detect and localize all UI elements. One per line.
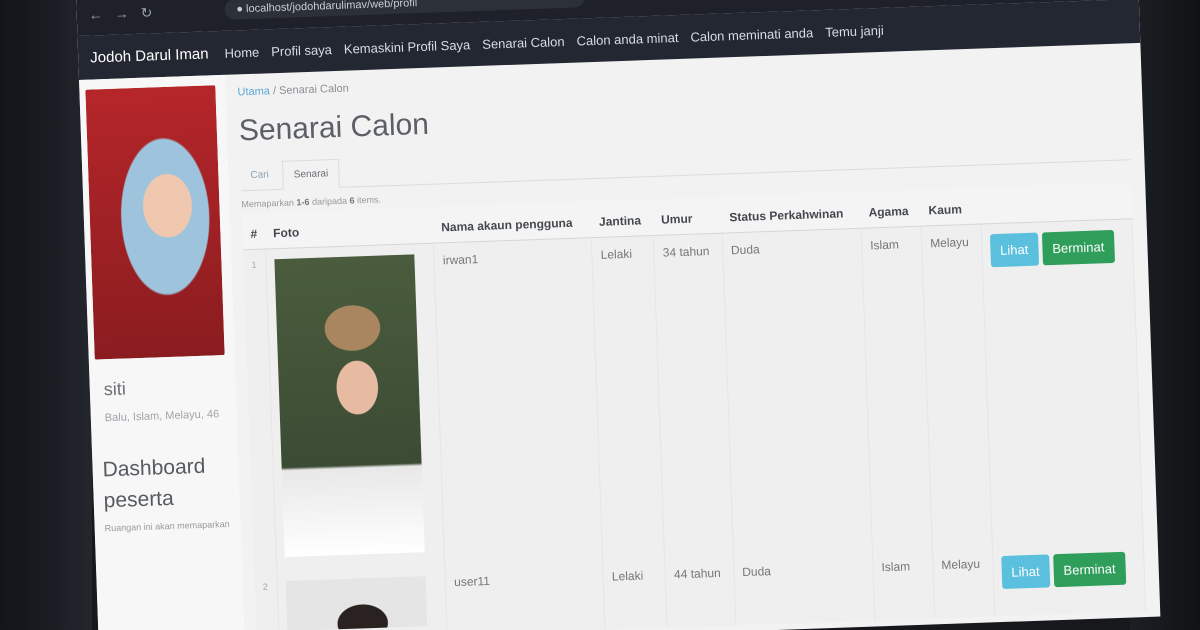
view-button[interactable]: Lihat (1000, 553, 1051, 589)
race-cell: Melayu (921, 224, 992, 548)
header-agama[interactable]: Agama (859, 189, 922, 229)
username-cell: irwan1 (433, 237, 603, 565)
header-umur[interactable]: Umur (652, 196, 722, 236)
age-cell: 44 tahun (664, 554, 736, 628)
interest-button[interactable]: Berminat (1041, 229, 1115, 266)
summary-total: 6 (349, 195, 355, 206)
nav-calon-anda-minat[interactable]: Calon anda minat (576, 30, 678, 49)
address-bar[interactable]: ● localhost/jodohdarulimav/web/profil (224, 0, 585, 20)
nav-calon-meminati-anda[interactable]: Calon meminati anda (690, 25, 813, 44)
dashboard-heading-line2: peserta (103, 486, 175, 513)
main-panel: Utama / Senarai Calon Senarai Calon Cari… (225, 43, 1160, 630)
breadcrumb-home[interactable]: Utama (237, 85, 270, 98)
header-number[interactable]: # (241, 212, 266, 250)
gender-cell: Lelaki (591, 235, 665, 560)
race-cell: Melayu (932, 545, 995, 618)
religion-cell: Islam (872, 547, 935, 621)
user-description: Balu, Islam, Melayu, 46 (104, 408, 220, 425)
nav-kemaskini-profil[interactable]: Kemaskini Profil Saya (344, 37, 471, 56)
actions-cell: Lihat Berminat (980, 218, 1144, 546)
nav-temu-janji[interactable]: Temu janji (825, 22, 884, 39)
view-button[interactable]: Lihat (989, 232, 1039, 268)
url-text: localhost/jodohdarulimav/web/profil (245, 0, 418, 16)
dashboard-heading: Dashboard peserta (102, 449, 234, 516)
sidebar: siti Balu, Islam, Melayu, 46 Dashboard p… (79, 74, 245, 630)
actions-cell: Lihat Berminat (991, 540, 1146, 616)
summary-range: 1-6 (296, 196, 310, 208)
dashboard-subtext: Ruangan ini akan memaparkan (104, 518, 230, 533)
header-jantina[interactable]: Jantina (590, 199, 654, 238)
header-actions (979, 182, 1132, 225)
breadcrumb-separator: / (272, 85, 277, 98)
header-foto: Foto (264, 206, 434, 250)
candidate-photo (274, 254, 425, 558)
candidate-table: # Foto Nama akaun pengguna Jantina Umur … (241, 182, 1146, 630)
monitor-screen: ← → ↻ ● localhost/jodohdarulimav/web/pro… (76, 0, 1161, 630)
forward-icon[interactable]: → (114, 5, 129, 21)
gender-cell: Lelaki (602, 557, 668, 630)
tab-senarai[interactable]: Senarai (282, 158, 340, 190)
nav-home[interactable]: Home (224, 44, 259, 60)
candidate-photo (285, 575, 428, 630)
breadcrumb-current: Senarai Calon (278, 82, 349, 97)
religion-cell: Islam (861, 226, 933, 551)
status-cell: Duda (733, 550, 875, 625)
nav-senarai-calon[interactable]: Senarai Calon (482, 33, 565, 51)
header-username[interactable]: Nama akaun pengguna (432, 201, 592, 244)
summary-mid: daripada (311, 195, 348, 207)
age-cell: 34 tahun (653, 233, 734, 558)
reload-icon[interactable]: ↻ (140, 4, 152, 21)
user-name: siti (103, 378, 127, 400)
photo-cell (265, 243, 446, 571)
status-cell: Duda (721, 228, 873, 555)
header-status[interactable]: Status Perkahwinan (720, 191, 862, 234)
back-icon[interactable]: ← (88, 6, 103, 22)
tab-cari[interactable]: Cari (240, 161, 279, 190)
photo-background-left (0, 0, 92, 630)
nav-profil-saya[interactable]: Profil saya (271, 42, 332, 59)
page-content: siti Balu, Islam, Melayu, 46 Dashboard p… (79, 43, 1160, 630)
header-kaum[interactable]: Kaum (919, 187, 981, 227)
user-avatar (85, 85, 225, 360)
table-row: 1 irwan1 Lelaki 34 tahun Duda Islam Mela… (243, 218, 1144, 572)
summary-prefix: Memaparkan (241, 197, 295, 210)
row-number: 2 (254, 570, 280, 630)
dashboard-heading-line1: Dashboard (102, 454, 206, 481)
photo-cell (276, 564, 448, 630)
summary-suffix: items. (356, 194, 382, 206)
interest-button[interactable]: Berminat (1052, 551, 1127, 587)
site-brand[interactable]: Jodoh Darul Iman (90, 45, 209, 66)
username-cell: user11 (445, 559, 606, 630)
